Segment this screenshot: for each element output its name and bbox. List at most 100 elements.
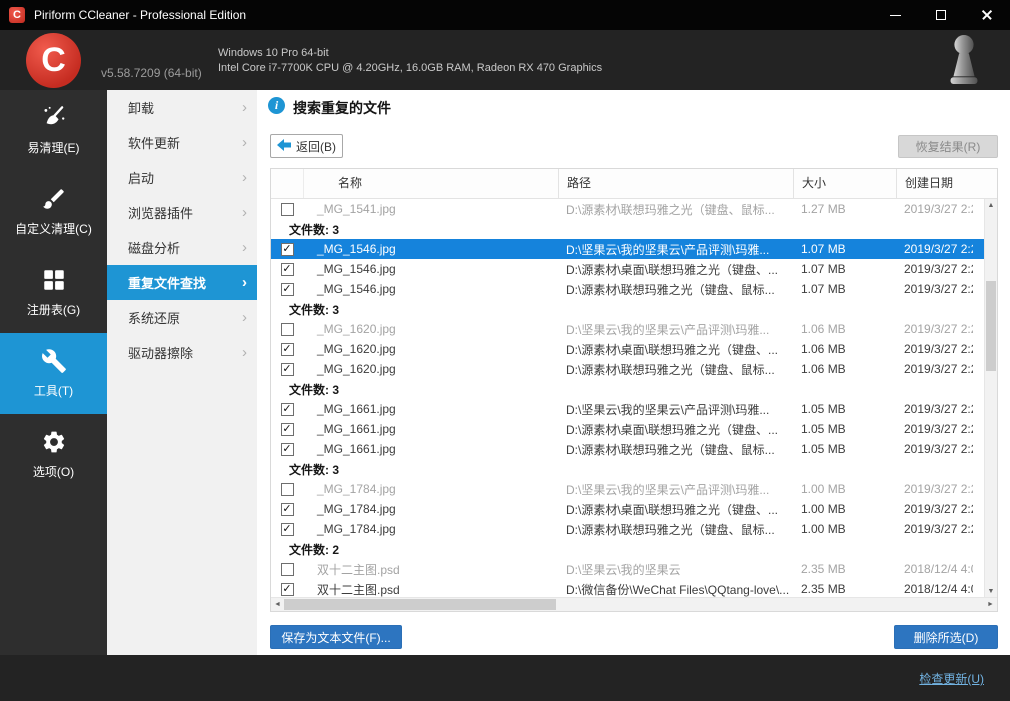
row-checkbox[interactable] <box>281 503 294 516</box>
menu-item-duplicate-finder[interactable]: 重复文件查找 <box>107 265 257 300</box>
group-file-count: 文件数: 3 <box>271 301 339 318</box>
table-row[interactable]: _MG_1546.jpg D:\源素材\桌面\联想玛雅之光（键盘、... 1.0… <box>271 259 986 279</box>
chevron-right-icon <box>242 100 247 115</box>
table-row[interactable]: _MG_1620.jpg D:\源素材\联想玛雅之光（键盘、鼠标... 1.06… <box>271 359 986 379</box>
file-path-cell: D:\源素材\桌面\联想玛雅之光（键盘、... <box>558 501 793 518</box>
column-header-checkbox[interactable] <box>271 169 303 198</box>
file-date-cell: 2019/3/27 2:20... <box>896 322 973 336</box>
file-size-cell: 1.00 MB <box>793 502 896 516</box>
file-name-cell: _MG_1546.jpg <box>303 262 558 276</box>
column-header-path[interactable]: 路径 <box>558 169 793 198</box>
checkbox-cell <box>271 423 303 436</box>
table-row[interactable]: _MG_1784.jpg D:\源素材\桌面\联想玛雅之光（键盘、... 1.0… <box>271 499 986 519</box>
menu-item-system-restore[interactable]: 系统还原 <box>107 300 257 335</box>
menu-item-drive-wiper[interactable]: 驱动器擦除 <box>107 335 257 370</box>
file-size-cell: 2.35 MB <box>793 562 896 576</box>
scroll-right-icon[interactable] <box>984 598 997 611</box>
row-checkbox[interactable] <box>281 263 294 276</box>
table-row[interactable]: _MG_1661.jpg D:\源素材\桌面\联想玛雅之光（键盘、... 1.0… <box>271 419 986 439</box>
main-panel: 搜索重复的文件 返回(B) 恢复结果(R) 名称 路径 大小 创建日期 _MG_… <box>257 90 1010 655</box>
back-button[interactable]: 返回(B) <box>270 134 343 158</box>
window-title: Piriform CCleaner - Professional Edition <box>34 8 246 22</box>
row-checkbox[interactable] <box>281 483 294 496</box>
app-icon: C <box>9 7 25 23</box>
file-size-cell: 1.05 MB <box>793 442 896 456</box>
system-info: Windows 10 Pro 64-bit Intel Core i7-7700… <box>218 46 602 76</box>
vertical-scrollbar[interactable] <box>984 199 997 598</box>
table-row[interactable]: 双十二主图.psd D:\坚果云\我的坚果云 2.35 MB 2018/12/4… <box>271 559 986 579</box>
file-size-cell: 1.06 MB <box>793 342 896 356</box>
table-row[interactable]: _MG_1620.jpg D:\源素材\桌面\联想玛雅之光（键盘、... 1.0… <box>271 339 986 359</box>
file-date-cell: 2019/3/27 2:20... <box>896 402 973 416</box>
menu-item-software-updater[interactable]: 软件更新 <box>107 125 257 160</box>
table-row[interactable]: _MG_1661.jpg D:\源素材\联想玛雅之光（键盘、鼠标... 1.05… <box>271 439 986 459</box>
sidebar-item-registry[interactable]: 注册表(G) <box>0 252 107 333</box>
row-checkbox[interactable] <box>281 443 294 456</box>
close-button[interactable] <box>964 0 1010 30</box>
row-checkbox[interactable] <box>281 243 294 256</box>
sidebar-item-tools[interactable]: 工具(T) <box>0 333 107 414</box>
minimize-icon <box>890 15 901 16</box>
group-summary-row: 文件数: 3 <box>271 379 986 399</box>
table-row[interactable]: _MG_1784.jpg D:\坚果云\我的坚果云\产品评测\玛雅... 1.0… <box>271 479 986 499</box>
table-row[interactable]: _MG_1546.jpg D:\源素材\联想玛雅之光（键盘、鼠标... 1.07… <box>271 279 986 299</box>
row-checkbox[interactable] <box>281 423 294 436</box>
file-date-cell: 2019/3/27 2:20... <box>896 422 973 436</box>
scroll-up-icon[interactable] <box>985 199 997 212</box>
file-name-cell: _MG_1620.jpg <box>303 362 558 376</box>
row-checkbox[interactable] <box>281 283 294 296</box>
file-size-cell: 1.00 MB <box>793 522 896 536</box>
delete-selected-button[interactable]: 删除所选(D) <box>894 625 998 649</box>
save-to-text-file-button[interactable]: 保存为文本文件(F)... <box>270 625 402 649</box>
checkbox-cell <box>271 443 303 456</box>
check-for-updates-link[interactable]: 检查更新(U) <box>919 670 984 687</box>
menu-item-disk-analyzer[interactable]: 磁盘分析 <box>107 230 257 265</box>
menu-item-browser-plugins[interactable]: 浏览器插件 <box>107 195 257 230</box>
sidebar-item-options[interactable]: 选项(O) <box>0 414 107 495</box>
row-checkbox[interactable] <box>281 583 294 596</box>
horizontal-scrollbar[interactable] <box>271 597 997 611</box>
table-row[interactable]: _MG_1784.jpg D:\源素材\联想玛雅之光（键盘、鼠标... 1.00… <box>271 519 986 539</box>
menu-item-startup[interactable]: 启动 <box>107 160 257 195</box>
group-summary-row: 文件数: 3 <box>271 459 986 479</box>
file-size-cell: 1.07 MB <box>793 242 896 256</box>
sidebar-item-custom-clean[interactable]: 自定义清理(C) <box>0 171 107 252</box>
table-row[interactable]: _MG_1541.jpg D:\源素材\联想玛雅之光（键盘、鼠标... 1.27… <box>271 199 986 219</box>
row-checkbox[interactable] <box>281 523 294 536</box>
checkbox-cell <box>271 483 303 496</box>
system-hardware: Intel Core i7-7700K CPU @ 4.20GHz, 16.0G… <box>218 61 602 76</box>
chevron-right-icon <box>242 275 247 290</box>
restore-results-button[interactable]: 恢复结果(R) <box>898 135 998 158</box>
table-row[interactable]: _MG_1546.jpg D:\坚果云\我的坚果云\产品评测\玛雅... 1.0… <box>271 239 986 259</box>
column-header-date[interactable]: 创建日期 <box>896 169 997 198</box>
column-header-size[interactable]: 大小 <box>793 169 896 198</box>
column-header-name[interactable]: 名称 <box>303 169 558 198</box>
row-checkbox[interactable] <box>281 363 294 376</box>
file-date-cell: 2019/3/27 2:20... <box>896 482 973 496</box>
row-checkbox[interactable] <box>281 343 294 356</box>
file-path-cell: D:\坚果云\我的坚果云\产品评测\玛雅... <box>558 321 793 338</box>
table-row[interactable]: _MG_1620.jpg D:\坚果云\我的坚果云\产品评测\玛雅... 1.0… <box>271 319 986 339</box>
checkbox-cell <box>271 243 303 256</box>
minimize-button[interactable] <box>872 0 918 30</box>
row-checkbox[interactable] <box>281 403 294 416</box>
row-checkbox[interactable] <box>281 323 294 336</box>
file-name-cell: _MG_1620.jpg <box>303 322 558 336</box>
row-checkbox[interactable] <box>281 563 294 576</box>
sidebar-item-easy-clean[interactable]: 易清理(E) <box>0 90 107 171</box>
file-name-cell: _MG_1546.jpg <box>303 242 558 256</box>
menu-item-uninstall[interactable]: 卸载 <box>107 90 257 125</box>
gear-icon <box>41 429 67 455</box>
file-size-cell: 1.07 MB <box>793 282 896 296</box>
row-checkbox[interactable] <box>281 203 294 216</box>
table-row[interactable]: 双十二主图.psd D:\微信备份\WeChat Files\QQtang-lo… <box>271 579 986 598</box>
file-name-cell: _MG_1784.jpg <box>303 482 558 496</box>
horizontal-scroll-thumb[interactable] <box>284 599 556 610</box>
vertical-scroll-thumb[interactable] <box>986 281 996 371</box>
pawn-watermark-icon <box>940 32 988 93</box>
table-row[interactable]: _MG_1661.jpg D:\坚果云\我的坚果云\产品评测\玛雅... 1.0… <box>271 399 986 419</box>
scroll-left-icon[interactable] <box>271 598 284 611</box>
file-path-cell: D:\源素材\桌面\联想玛雅之光（键盘、... <box>558 261 793 278</box>
maximize-button[interactable] <box>918 0 964 30</box>
sidebar: 易清理(E) 自定义清理(C) 注册表(G) 工具(T) 选项(O) <box>0 90 107 655</box>
